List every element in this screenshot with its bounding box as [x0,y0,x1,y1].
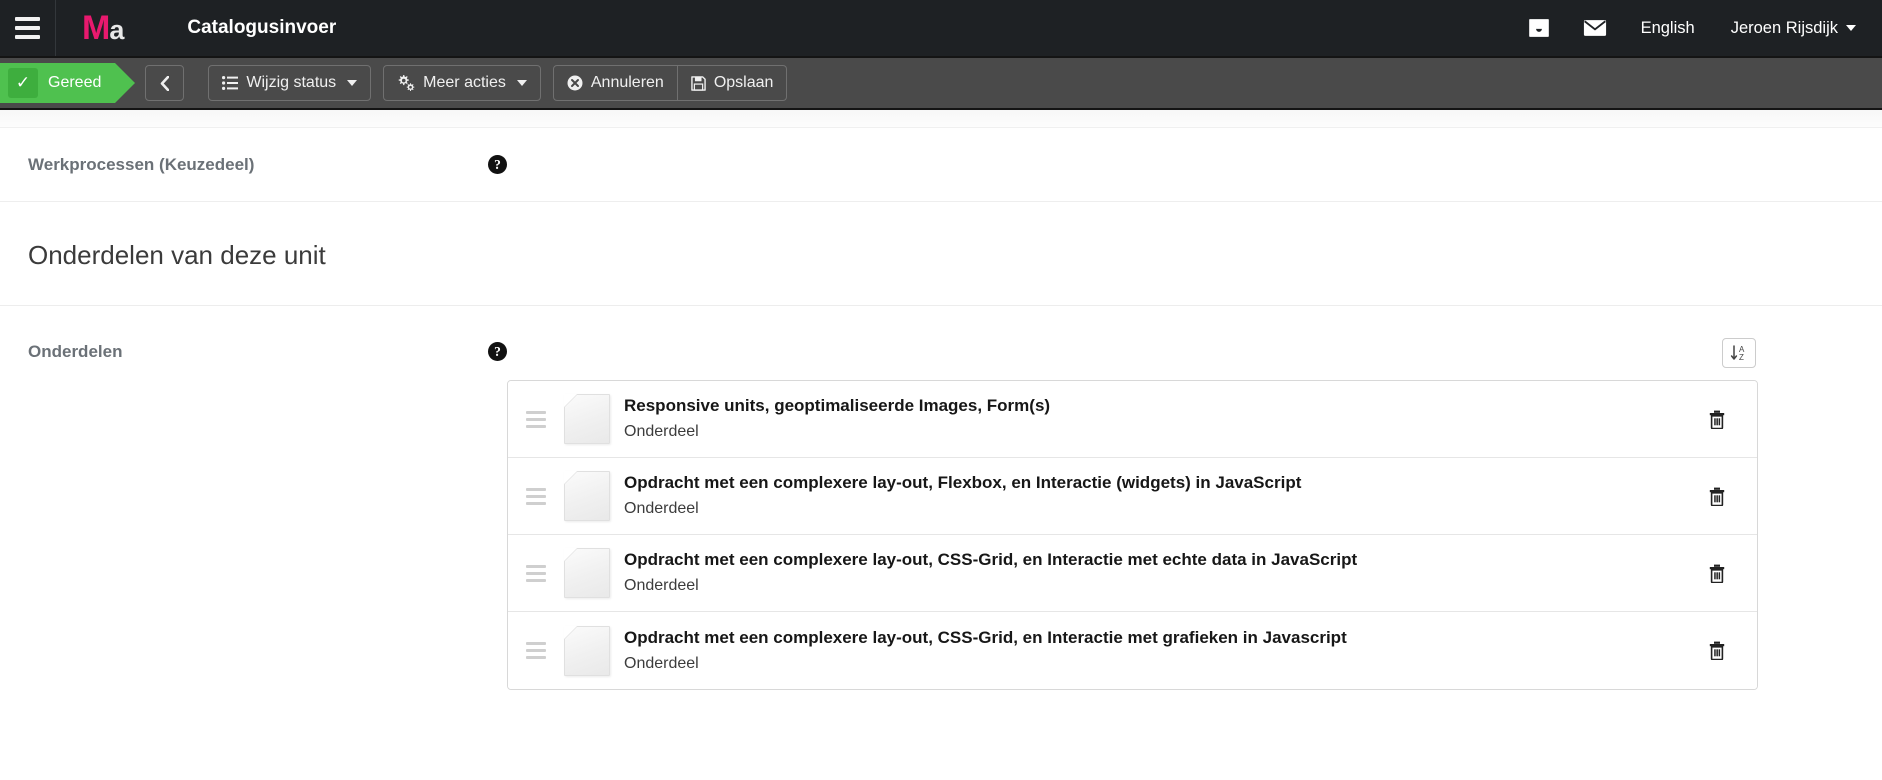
list-item-subtitle: Onderdeel [624,577,699,595]
cancel-label: Annuleren [590,74,664,91]
delete-button[interactable] [1677,564,1757,583]
list-item-subtitle: Onderdeel [624,500,699,518]
messages-button[interactable] [1567,0,1623,56]
onderdelen-section: Onderdelen ? A Z Responsive units, geopt… [0,306,1882,690]
sort-alpha-button[interactable]: A Z [1722,338,1756,368]
sort-alpha-asc-icon: A Z [1730,345,1745,362]
list-item[interactable]: Responsive units, geoptimaliseerde Image… [508,381,1757,458]
onderdelen-list: Responsive units, geoptimaliseerde Image… [507,380,1758,690]
language-label: English [1640,18,1695,37]
chevron-down-icon [347,80,358,86]
language-selector[interactable]: English [1623,0,1713,56]
trash-icon [1709,410,1725,429]
status-badge[interactable]: ✓ Gereed [0,63,136,103]
times-circle-icon [567,75,583,91]
inbox-button[interactable] [1511,0,1567,56]
gears-icon [398,75,415,91]
list-item-text: Opdracht met een complexere lay-out, Fle… [624,472,1677,520]
more-actions-label: Meer acties [423,74,506,91]
delete-button[interactable] [1677,487,1757,506]
list-item-text: Opdracht met een complexere lay-out, CSS… [624,549,1677,597]
change-status-button[interactable]: Wijzig status [208,65,372,101]
action-toolbar: ✓ Gereed Wijzig status Meer acties Annul… [0,56,1882,110]
werkprocessen-label: Werkprocessen (Keuzedeel) [28,154,255,174]
svg-text:Z: Z [1739,353,1744,362]
trash-icon [1709,487,1725,506]
envelope-icon [1583,20,1606,36]
save-button[interactable]: Opslaan [677,65,788,101]
drag-handle-icon[interactable] [508,564,564,582]
list-item-subtitle: Onderdeel [624,423,699,441]
save-cancel-button-group: Annuleren Opslaan [552,65,788,101]
inbox-icon [1528,19,1549,37]
page-content: Werkprocessen (Keuzedeel) ? Onderdelen v… [0,110,1882,690]
more-actions-button[interactable]: Meer acties [383,65,541,101]
section-heading-row: Onderdelen van deze unit [0,202,1882,306]
chevron-down-icon [516,80,527,86]
check-icon: ✓ [8,68,38,98]
cancel-button[interactable]: Annuleren [552,65,678,101]
brand-logo-secondary: a [109,15,124,45]
hamburger-menu-icon [15,35,40,39]
delete-button[interactable] [1677,410,1757,429]
section-heading: Onderdelen van deze unit [28,240,326,270]
list-item-title: Opdracht met een complexere lay-out, Fle… [624,473,1302,493]
onderdelen-label: Onderdelen [28,342,123,361]
list-icon [222,76,239,90]
back-button[interactable] [145,65,185,101]
hamburger-menu-button[interactable] [0,0,56,56]
document-icon [564,471,610,521]
page-title: Catalogusinvoer [187,17,337,38]
trash-icon [1709,564,1725,583]
document-icon [564,394,610,444]
save-label: Opslaan [713,74,774,91]
document-icon [564,548,610,598]
list-item[interactable]: Opdracht met een complexere lay-out, CSS… [508,535,1757,612]
trash-icon [1709,641,1725,660]
onderdelen-list-container: A Z Responsive units, geoptimaliseerde I… [507,338,1758,690]
top-navigation-bar: M a Catalogusinvoer English Jeroen Rijsd… [0,0,1882,56]
list-item-text: Responsive units, geoptimaliseerde Image… [624,395,1677,443]
drag-handle-icon[interactable] [508,410,564,428]
delete-button[interactable] [1677,641,1757,660]
chevron-left-icon [161,75,170,91]
top-navigation-right-group: English Jeroen Rijsdijk [1511,0,1882,56]
document-icon [564,625,610,676]
field-row-werkprocessen: Werkprocessen (Keuzedeel) ? [0,128,1882,202]
list-item-text: Opdracht met een complexere lay-out, CSS… [624,627,1677,675]
hamburger-menu-icon [15,17,40,21]
brand-logo[interactable]: M a [82,9,124,47]
list-item-title: Opdracht met een complexere lay-out, CSS… [624,550,1358,570]
content-top-band [0,110,1882,128]
drag-handle-icon[interactable] [508,642,564,659]
hamburger-menu-icon [15,26,40,30]
list-item-title: Opdracht met een complexere lay-out, CSS… [624,627,1347,647]
list-toolbar: A Z [507,338,1758,368]
list-item[interactable]: Opdracht met een complexere lay-out, CSS… [508,612,1757,689]
change-status-label: Wijzig status [246,74,337,91]
drag-handle-icon[interactable] [508,487,564,505]
floppy-disk-icon [691,75,706,91]
brand-logo-primary: M [82,9,110,47]
list-item-subtitle: Onderdeel [624,654,699,672]
help-icon[interactable]: ? [488,155,507,174]
list-item[interactable]: Opdracht met een complexere lay-out, Fle… [508,458,1757,535]
list-item-title: Responsive units, geoptimaliseerde Image… [624,396,1051,416]
status-badge-label: Gereed [48,74,102,91]
chevron-down-icon [1846,25,1856,31]
user-name-label: Jeroen Rijsdijk [1730,18,1838,37]
help-icon[interactable]: ? [488,342,507,361]
user-menu[interactable]: Jeroen Rijsdijk [1713,0,1882,56]
